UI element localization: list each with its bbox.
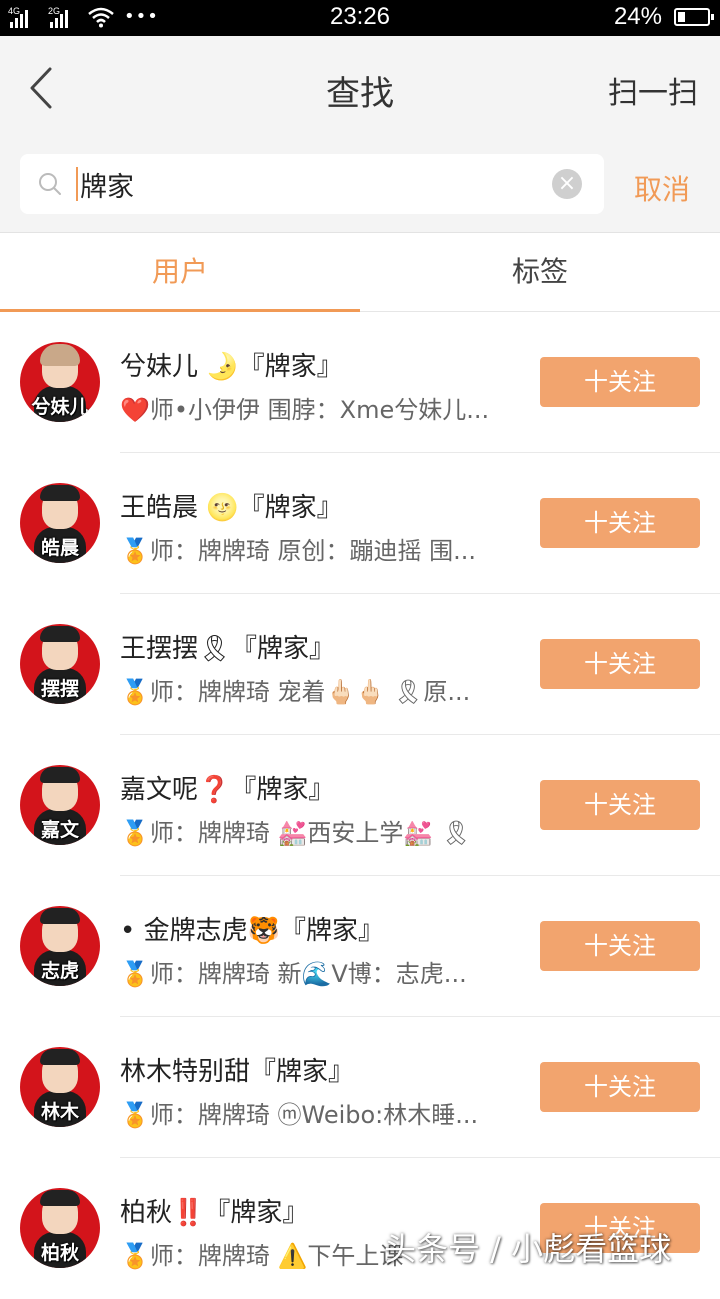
user-name: 林木特别甜『牌家』 xyxy=(120,1057,355,1087)
avatar-label: 柏秋 xyxy=(40,1242,79,1264)
follow-button[interactable]: 十关注 xyxy=(540,921,700,971)
avatar[interactable]: 柏秋 xyxy=(20,1188,100,1268)
scan-button[interactable]: 扫一扫 xyxy=(608,68,698,112)
user-name: • 金牌志虎🐯『牌家』 xyxy=(120,916,384,946)
watermark: 头条号 / 小彪看篮球 xyxy=(384,1230,672,1268)
user-name: 嘉文呢❓『牌家』 xyxy=(120,775,335,805)
avatar[interactable]: 嘉文 xyxy=(20,765,100,845)
user-row[interactable]: 林木 林木特别甜『牌家』 🏅师：牌牌琦 ⓜWeibo:林木睡... 十关注 xyxy=(0,1017,720,1158)
avatar[interactable]: 摆摆 xyxy=(20,624,100,704)
search-box[interactable]: × xyxy=(20,154,604,214)
search-input[interactable] xyxy=(78,162,540,206)
user-row[interactable]: 皓晨 王皓晨 🌝『牌家』 🏅师：牌牌琦 原创：蹦迪摇 围... 十关注 xyxy=(0,453,720,594)
user-description: 🏅师：牌牌琦 宠着🖕🏻🖕🏻 🎗原... xyxy=(120,678,471,706)
avatar[interactable]: 皓晨 xyxy=(20,483,100,563)
battery-icon xyxy=(674,8,714,26)
status-time: 23:26 xyxy=(329,3,391,30)
avatar-label: 皓晨 xyxy=(40,537,79,559)
status-right: 24% xyxy=(613,3,714,31)
follow-button[interactable]: 十关注 xyxy=(540,498,700,548)
battery-percent: 24% xyxy=(613,3,662,30)
status-bar: 4G 2G ••• 23:26 24% xyxy=(0,0,720,36)
avatar[interactable]: 林木 xyxy=(20,1047,100,1127)
avatar-label: 林木 xyxy=(40,1101,79,1123)
search-header: 查找 扫一扫 × 取消 xyxy=(0,36,720,233)
avatar-label: 嘉文 xyxy=(40,819,79,841)
user-list: 兮妹儿 兮妹儿 🌛『牌家』 ❤️师•小伊伊 围脖：Xme兮妹儿... 十关注 皓… xyxy=(0,312,720,1299)
clear-icon[interactable]: × xyxy=(552,169,582,199)
follow-button[interactable]: 十关注 xyxy=(540,357,700,407)
tab-tags[interactable]: 标签 xyxy=(360,233,720,311)
user-row[interactable]: 嘉文 嘉文呢❓『牌家』 🏅师：牌牌琦 💒西安上学💒 🎗 十关注 xyxy=(0,735,720,876)
avatar-label: 兮妹儿 xyxy=(31,396,89,418)
user-name: 兮妹儿 🌛『牌家』 xyxy=(120,352,343,382)
user-name: 王皓晨 🌝『牌家』 xyxy=(120,493,343,523)
avatar[interactable]: 兮妹儿 xyxy=(20,342,100,422)
user-description: 🏅师：牌牌琦 原创：蹦迪摇 围... xyxy=(120,537,477,565)
user-description: ❤️师•小伊伊 围脖：Xme兮妹儿... xyxy=(120,396,490,424)
avatar[interactable]: 志虎 xyxy=(20,906,100,986)
follow-button[interactable]: 十关注 xyxy=(540,639,700,689)
follow-button[interactable]: 十关注 xyxy=(540,780,700,830)
user-row[interactable]: 志虎 • 金牌志虎🐯『牌家』 🏅师：牌牌琦 新🌊V博：志虎... 十关注 xyxy=(0,876,720,1017)
user-row[interactable]: 摆摆 王摆摆🎗『牌家』 🏅师：牌牌琦 宠着🖕🏻🖕🏻 🎗原... 十关注 xyxy=(0,594,720,735)
avatar-label: 志虎 xyxy=(40,960,79,982)
cancel-button[interactable]: 取消 xyxy=(634,168,690,208)
user-description: 🏅师：牌牌琦 新🌊V博：志虎... xyxy=(120,960,467,988)
tab-users[interactable]: 用户 xyxy=(0,233,360,311)
user-row[interactable]: 兮妹儿 兮妹儿 🌛『牌家』 ❤️师•小伊伊 围脖：Xme兮妹儿... 十关注 xyxy=(0,312,720,453)
user-description: 🏅师：牌牌琦 ⓜWeibo:林木睡... xyxy=(120,1101,479,1129)
tab-bar: 用户 标签 xyxy=(0,233,720,312)
user-description: 🏅师：牌牌琦 💒西安上学💒 🎗 xyxy=(120,819,472,847)
follow-button[interactable]: 十关注 xyxy=(540,1062,700,1112)
avatar-label: 摆摆 xyxy=(40,678,79,700)
search-icon xyxy=(39,173,61,195)
user-name: 王摆摆🎗『牌家』 xyxy=(120,634,336,664)
